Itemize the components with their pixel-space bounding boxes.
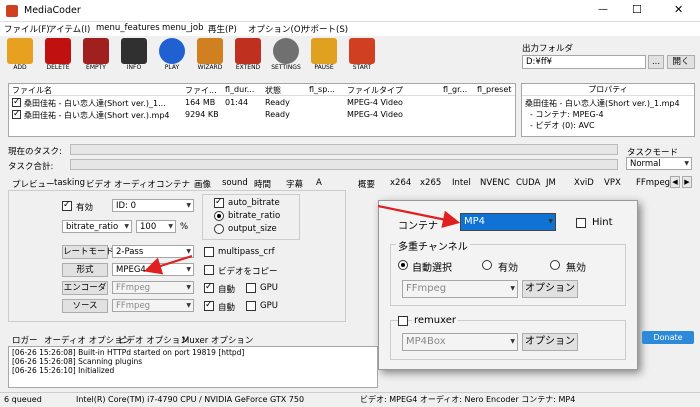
log-panel: [06-26 15:26:08] Built-in HTTPd started … bbox=[8, 346, 378, 388]
tab-muxer-options[interactable]: Muxer オプション bbox=[182, 334, 253, 346]
log-line: [06-26 15:26:08] Scanning plugins bbox=[12, 357, 143, 366]
status-codec-info: ビデオ: MPEG4 オーディオ: Nero Encoder コンテナ: MP4 bbox=[360, 395, 576, 404]
donate-label: Donate bbox=[653, 333, 683, 342]
tab-video-options[interactable]: ビデオ オプション bbox=[118, 334, 189, 346]
arrow-to-container bbox=[377, 204, 461, 228]
arrow-to-format bbox=[143, 254, 193, 275]
status-queued: 6 queued bbox=[4, 395, 42, 404]
tab-logger[interactable]: ロガー bbox=[12, 334, 38, 346]
log-line: [06-26 15:26:08] Built-in HTTPd started … bbox=[12, 348, 245, 357]
log-line: [06-26 15:26:10] Initialized bbox=[12, 366, 115, 375]
status-hardware: Intel(R) Core(TM) i7-4790 CPU / NVIDIA G… bbox=[76, 395, 305, 404]
status-bar: 6 queued Intel(R) Core(TM) i7-4790 CPU /… bbox=[0, 392, 700, 407]
donate-button[interactable]: Donate bbox=[642, 331, 694, 344]
